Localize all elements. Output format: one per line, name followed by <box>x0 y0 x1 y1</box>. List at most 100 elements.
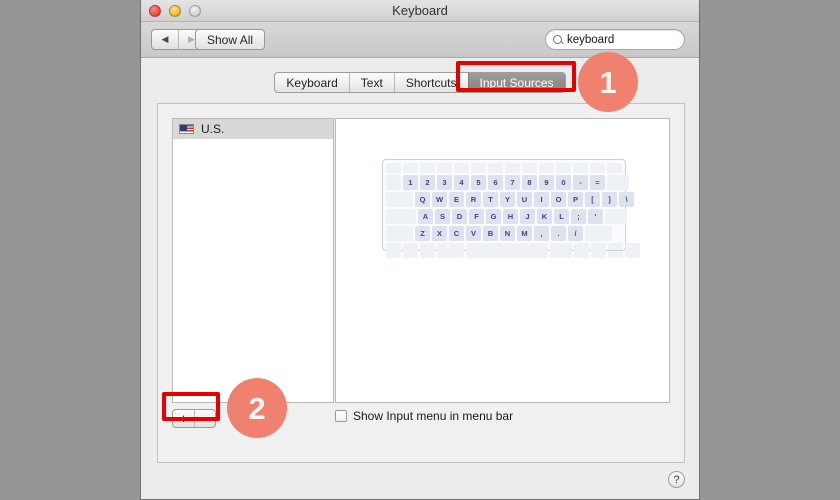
tab-text[interactable]: Text <box>348 73 394 92</box>
show-input-menu-checkbox[interactable] <box>335 410 347 422</box>
key-blank <box>403 163 418 173</box>
step-badge-2: 2 <box>227 378 287 438</box>
key-option-left <box>420 243 435 258</box>
show-input-menu-label: Show Input menu in menu bar <box>353 409 514 423</box>
list-item[interactable]: U.S. <box>173 119 333 139</box>
show-input-menu-row[interactable]: Show Input menu in menu bar <box>335 409 513 423</box>
key-1: 1 <box>403 175 418 190</box>
key-bracket-left: [ <box>585 192 600 207</box>
key-r: R <box>466 192 481 207</box>
key-capslock <box>386 209 416 224</box>
show-all-button[interactable]: Show All <box>195 29 266 50</box>
key-a: A <box>418 209 433 224</box>
key-m: M <box>517 226 532 241</box>
key-blank <box>454 163 469 173</box>
key-shift-left <box>386 226 413 241</box>
back-button[interactable]: ◀ <box>152 30 178 49</box>
key-space <box>466 243 548 258</box>
key-d: D <box>452 209 467 224</box>
key-z: Z <box>415 226 430 241</box>
key-option-right <box>574 243 589 258</box>
tab-shortcuts[interactable]: Shortcuts <box>393 73 468 92</box>
keyboard-row-numbers: ` 1 2 3 4 5 6 7 8 9 0 - = <box>386 175 629 190</box>
key-control <box>403 243 418 258</box>
key-fn <box>386 243 401 258</box>
key-blank <box>607 163 622 173</box>
key-arrow-updown <box>608 243 623 258</box>
key-0: 0 <box>556 175 571 190</box>
key-c: C <box>449 226 464 241</box>
key-k: K <box>537 209 552 224</box>
add-input-source-button[interactable]: + <box>173 410 194 427</box>
key-arrow-left <box>591 243 606 258</box>
keyboard-row-bottom-letters: Z X C V B N M , . / <box>386 226 622 241</box>
key-blank <box>522 163 537 173</box>
key-x: X <box>432 226 447 241</box>
keyboard-graphic: ` 1 2 3 4 5 6 7 8 9 0 - = <box>382 159 640 258</box>
key-4: 4 <box>454 175 469 190</box>
window-titlebar[interactable]: Keyboard <box>141 0 699 22</box>
key-b: B <box>483 226 498 241</box>
key-s: S <box>435 209 450 224</box>
key-command-left <box>437 243 464 258</box>
remove-input-source-button[interactable]: − <box>194 410 215 427</box>
search-field[interactable]: ✕ <box>545 29 699 50</box>
key-j: J <box>520 209 535 224</box>
key-period: . <box>551 226 566 241</box>
keyboard-row-modifiers <box>386 243 640 258</box>
key-blank <box>437 163 452 173</box>
key-8: 8 <box>522 175 537 190</box>
key-5: 5 <box>471 175 486 190</box>
key-o: O <box>551 192 566 207</box>
key-f: F <box>469 209 484 224</box>
key-l: L <box>554 209 569 224</box>
window-title: Keyboard <box>392 3 448 18</box>
key-blank <box>386 163 401 173</box>
key-return <box>605 209 627 224</box>
key-backtick: ` <box>386 175 401 190</box>
key-arrow-right <box>625 243 640 258</box>
key-n: N <box>500 226 515 241</box>
key-blank <box>539 163 554 173</box>
key-backslash: \ <box>619 192 634 207</box>
key-t: T <box>483 192 498 207</box>
key-i: I <box>534 192 549 207</box>
us-flag-icon <box>179 124 194 134</box>
preferences-content: Keyboard Text Shortcuts Input Sources U.… <box>141 58 699 499</box>
key-y: Y <box>500 192 515 207</box>
key-blank <box>590 163 605 173</box>
key-tab <box>386 192 413 207</box>
key-command-right <box>550 243 572 258</box>
key-bracket-right: ] <box>602 192 617 207</box>
key-h: H <box>503 209 518 224</box>
key-blank <box>556 163 571 173</box>
key-e: E <box>449 192 464 207</box>
key-u: U <box>517 192 532 207</box>
key-slash: / <box>568 226 583 241</box>
key-delete <box>607 175 629 190</box>
key-2: 2 <box>420 175 435 190</box>
input-source-list[interactable]: U.S. <box>172 118 334 403</box>
key-blank <box>505 163 520 173</box>
help-button[interactable]: ? <box>668 471 685 488</box>
key-blank <box>488 163 503 173</box>
key-9: 9 <box>539 175 554 190</box>
key-blank <box>573 163 588 173</box>
tab-input-sources[interactable]: Input Sources <box>467 73 565 92</box>
input-source-label: U.S. <box>201 122 225 136</box>
tab-keyboard[interactable]: Keyboard <box>275 73 348 92</box>
key-minus: - <box>573 175 588 190</box>
key-p: P <box>568 192 583 207</box>
key-quote: ' <box>588 209 603 224</box>
search-input[interactable] <box>567 33 699 46</box>
key-q: Q <box>415 192 430 207</box>
step-badge-1: 1 <box>578 52 638 112</box>
keyboard-row-home: A S D F G H J K L ; ' <box>386 209 627 224</box>
key-blank <box>420 163 435 173</box>
keyboard-row-function <box>386 163 622 173</box>
key-w: W <box>432 192 447 207</box>
key-7: 7 <box>505 175 520 190</box>
keyboard-layout-preview: ` 1 2 3 4 5 6 7 8 9 0 - = <box>335 118 670 403</box>
key-g: G <box>486 209 501 224</box>
key-semicolon: ; <box>571 209 586 224</box>
